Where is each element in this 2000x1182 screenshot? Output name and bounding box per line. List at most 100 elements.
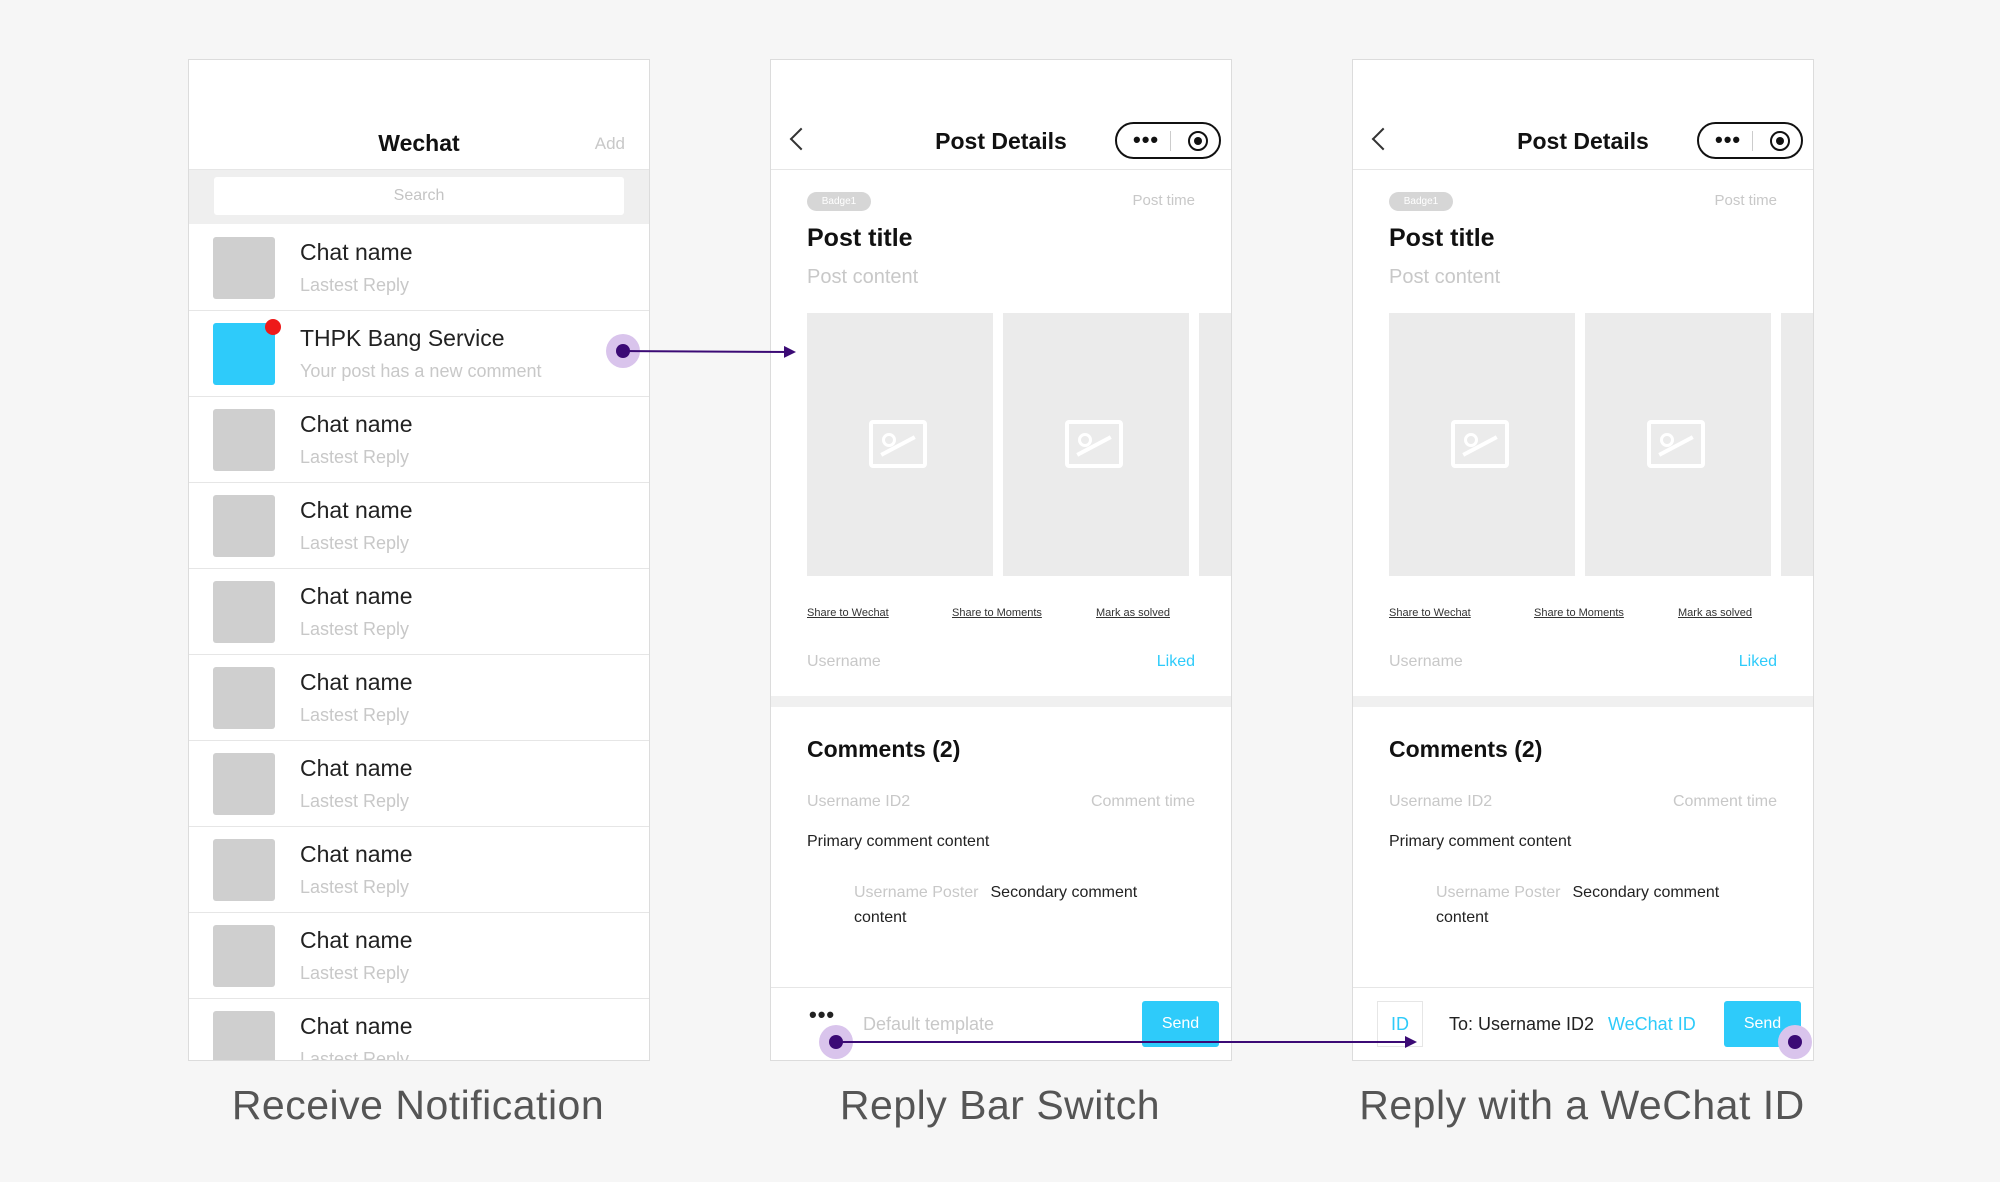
post-title: Post title — [807, 224, 913, 252]
add-button[interactable]: Add — [595, 134, 625, 154]
post-username: Username — [807, 653, 881, 670]
primary-comment[interactable]: Primary comment content — [807, 833, 989, 851]
header-divider — [771, 169, 1231, 170]
chat-list-item[interactable]: Chat name Lastest Reply — [189, 569, 649, 655]
more-dots-icon[interactable]: ••• — [1133, 125, 1159, 155]
image-placeholder-icon — [1647, 420, 1705, 468]
more-dots-icon[interactable]: ••• — [809, 1002, 835, 1028]
share-to-wechat-link[interactable]: Share to Wechat — [807, 607, 889, 619]
post-content: Post content — [807, 266, 919, 288]
chat-name: Chat name — [300, 841, 413, 867]
avatar — [213, 925, 275, 987]
avatar — [213, 581, 275, 643]
wechat-chat-list-screen: Wechat Add Search Chat name Lastest Reply… — [188, 59, 650, 1061]
secondary-comment-poster: Username Poster — [1436, 884, 1561, 901]
chat-name: Chat name — [300, 927, 413, 953]
image-placeholder-icon — [1451, 420, 1509, 468]
caption-receive-notification: Receive Notification — [231, 1082, 605, 1128]
secondary-comment[interactable]: Username Poster Secondary comment content — [1436, 880, 1756, 930]
avatar — [213, 495, 275, 557]
caption-reply-wechat-id: Reply with a WeChat ID — [1359, 1082, 1805, 1128]
share-to-moments-link[interactable]: Share to Moments — [952, 607, 1042, 619]
reply-input[interactable]: Default template — [847, 1002, 1137, 1046]
wechat-id-link[interactable]: WeChat ID — [1608, 1014, 1696, 1035]
close-target-icon[interactable] — [1188, 131, 1208, 151]
liked-button[interactable]: Liked — [1157, 653, 1195, 671]
post-username: Username — [1389, 653, 1463, 670]
post-content: Post content — [1389, 266, 1501, 288]
comments-title: Comments (2) — [1389, 736, 1543, 762]
comment-time: Comment time — [1672, 793, 1777, 810]
unread-dot — [265, 319, 281, 335]
comment-time: Comment time — [1090, 793, 1195, 810]
chat-list: Chat name Lastest Reply THPK Bang Service Y… — [189, 225, 649, 1061]
chat-list-item[interactable]: Chat name Lastest Reply — [189, 827, 649, 913]
chat-latest-reply: Lastest Reply — [300, 533, 410, 553]
reply-to-label: To: Username ID2 — [1449, 1014, 1595, 1034]
post-time: Post time — [1132, 192, 1195, 209]
miniprogram-capsule: ••• — [1115, 122, 1221, 159]
post-image[interactable] — [1003, 313, 1189, 576]
post-image[interactable] — [807, 313, 993, 576]
chat-latest-reply: Lastest Reply — [300, 1049, 410, 1061]
secondary-comment-poster: Username Poster — [854, 884, 979, 901]
header: Wechat Add — [189, 60, 649, 170]
avatar — [213, 667, 275, 729]
chat-list-item[interactable]: Chat name Lastest Reply — [189, 225, 649, 311]
post-time: Post time — [1714, 192, 1777, 209]
post-image[interactable] — [1781, 313, 1813, 576]
chat-list-item[interactable]: THPK Bang Service Your post has a new com… — [189, 311, 649, 397]
chat-list-item[interactable]: Chat name Lastest Reply — [189, 655, 649, 741]
chat-name: Chat name — [300, 583, 413, 609]
chat-name: Chat name — [300, 669, 413, 695]
image-placeholder-icon — [869, 420, 927, 468]
avatar — [213, 753, 275, 815]
send-button[interactable]: Send — [1724, 1001, 1801, 1047]
miniprogram-capsule: ••• — [1697, 122, 1803, 159]
chat-name: Chat name — [300, 755, 413, 781]
share-to-moments-link[interactable]: Share to Moments — [1534, 607, 1624, 619]
caption-reply-bar-switch: Reply Bar Switch — [839, 1082, 1161, 1128]
avatar — [213, 839, 275, 901]
page-title: Wechat — [378, 130, 460, 156]
avatar — [213, 1011, 275, 1060]
share-to-wechat-link[interactable]: Share to Wechat — [1389, 607, 1471, 619]
post-badge: Badge1 — [1389, 192, 1453, 211]
capsule-divider — [1752, 131, 1753, 151]
chat-list-item[interactable]: Chat name Lastest Reply — [189, 913, 649, 999]
chat-name: Chat name — [300, 239, 413, 265]
post-image[interactable] — [1585, 313, 1771, 576]
primary-comment[interactable]: Primary comment content — [1389, 833, 1571, 851]
more-dots-icon[interactable]: ••• — [1715, 125, 1741, 155]
chat-list-item[interactable]: Chat name Lastest Reply — [189, 999, 649, 1061]
chat-latest-reply: Lastest Reply — [300, 963, 410, 983]
post-image[interactable] — [1199, 313, 1231, 576]
close-target-icon[interactable] — [1770, 131, 1790, 151]
avatar — [213, 409, 275, 471]
chat-name: Chat name — [300, 1013, 413, 1039]
chat-list-item[interactable]: Chat name Lastest Reply — [189, 397, 649, 483]
chat-latest-reply: Lastest Reply — [300, 275, 410, 295]
post-badge: Badge1 — [807, 192, 871, 211]
header-divider — [1353, 169, 1813, 170]
chat-latest-reply: Lastest Reply — [300, 619, 410, 639]
chat-latest-reply: Lastest Reply — [300, 791, 410, 811]
search-input[interactable]: Search — [214, 177, 624, 215]
mark-as-solved-link[interactable]: Mark as solved — [1678, 607, 1752, 619]
section-divider — [1353, 696, 1813, 707]
avatar — [213, 323, 275, 385]
chat-latest-reply: Your post has a new comment — [300, 361, 542, 381]
chat-list-item[interactable]: Chat name Lastest Reply — [189, 483, 649, 569]
id-toggle-button[interactable]: ID — [1377, 1001, 1423, 1047]
chat-latest-reply: Lastest Reply — [300, 877, 410, 897]
send-button[interactable]: Send — [1142, 1001, 1219, 1047]
post-details-screen-wechat-id: Post Details ••• Badge1 Post time Post t… — [1352, 59, 1814, 1061]
post-title: Post title — [1389, 224, 1495, 252]
reply-bar: ••• Default template Send — [771, 987, 1231, 1060]
chat-list-item[interactable]: Chat name Lastest Reply — [189, 741, 649, 827]
liked-button[interactable]: Liked — [1739, 653, 1777, 671]
secondary-comment[interactable]: Username Poster Secondary comment content — [854, 880, 1174, 930]
chat-latest-reply: Lastest Reply — [300, 447, 410, 467]
mark-as-solved-link[interactable]: Mark as solved — [1096, 607, 1170, 619]
post-image[interactable] — [1389, 313, 1575, 576]
